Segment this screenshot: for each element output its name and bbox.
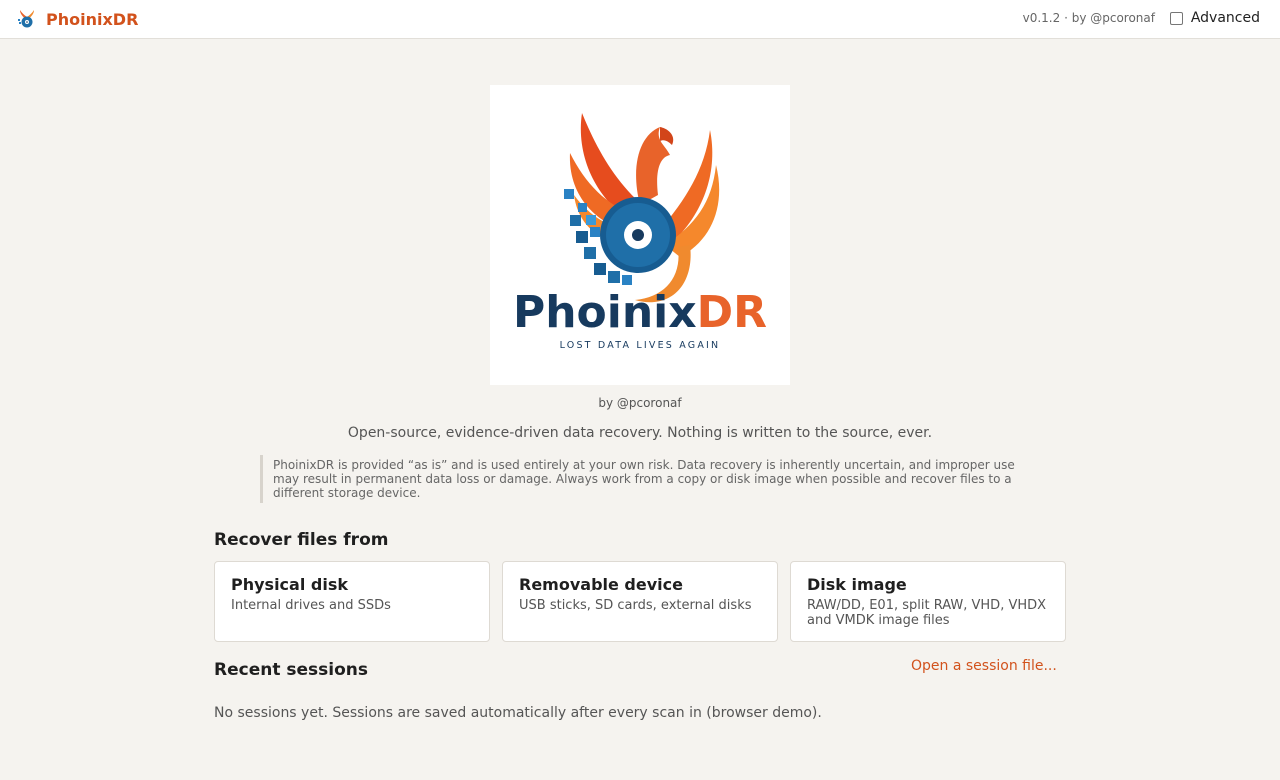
phoenix-logo-graphic: PhoinixDR LOST DATA LIVES AGAIN	[513, 113, 767, 351]
app-name: PhoinixDR	[46, 9, 139, 29]
physical-disk-card[interactable]: Physical disk Internal drives and SSDs	[214, 561, 490, 642]
phoenix-disc-icon	[18, 10, 34, 28]
card-title: Disk image	[807, 575, 907, 594]
byline: by @pcoronaf	[598, 396, 682, 410]
app-logo: PhoinixDR LOST DATA LIVES AGAIN	[490, 85, 790, 385]
logo-wordmark-accent: DR	[697, 287, 767, 338]
recover-title: Recover files from	[214, 530, 389, 550]
recent-sessions-title: Recent sessions	[214, 660, 368, 680]
advanced-toggle[interactable]: Advanced	[1169, 10, 1260, 26]
advanced-label: Advanced	[1190, 10, 1260, 26]
card-title: Physical disk	[231, 575, 348, 594]
logo-wordmark-dark: Phoinix	[513, 287, 697, 338]
disk-image-card[interactable]: Disk image RAW/DD, E01, split RAW, VHD, …	[790, 561, 1066, 642]
card-description: Internal drives and SSDs	[231, 598, 391, 613]
svg-text:PhoinixDR: PhoinixDR	[513, 287, 767, 338]
top-bar: PhoinixDR v0.1.2 · by @pcoronaf Advanced	[0, 0, 1280, 39]
logo-slogan: LOST DATA LIVES AGAIN	[560, 340, 721, 351]
card-description: USB sticks, SD cards, external disks	[519, 598, 752, 613]
tagline: Open-source, evidence-driven data recove…	[347, 425, 933, 441]
card-title: Removable device	[519, 575, 683, 594]
version-label: v0.1.2 · by @pcoronaf	[1022, 11, 1155, 25]
advanced-checkbox[interactable]	[1169, 11, 1183, 25]
source-cards: Physical disk Internal drives and SSDs R…	[214, 561, 1066, 642]
card-description: RAW/DD, E01, split RAW, VHD, VHDX and VM…	[807, 598, 1047, 628]
open-session-link[interactable]: Open a session file...	[911, 658, 1057, 674]
brand[interactable]: PhoinixDR	[16, 8, 138, 30]
removable-device-card[interactable]: Removable device USB sticks, SD cards, e…	[502, 561, 778, 642]
disclaimer: PhoinixDR is provided “as is” and is use…	[260, 455, 1020, 503]
sessions-empty-text: No sessions yet. Sessions are saved auto…	[214, 705, 822, 721]
